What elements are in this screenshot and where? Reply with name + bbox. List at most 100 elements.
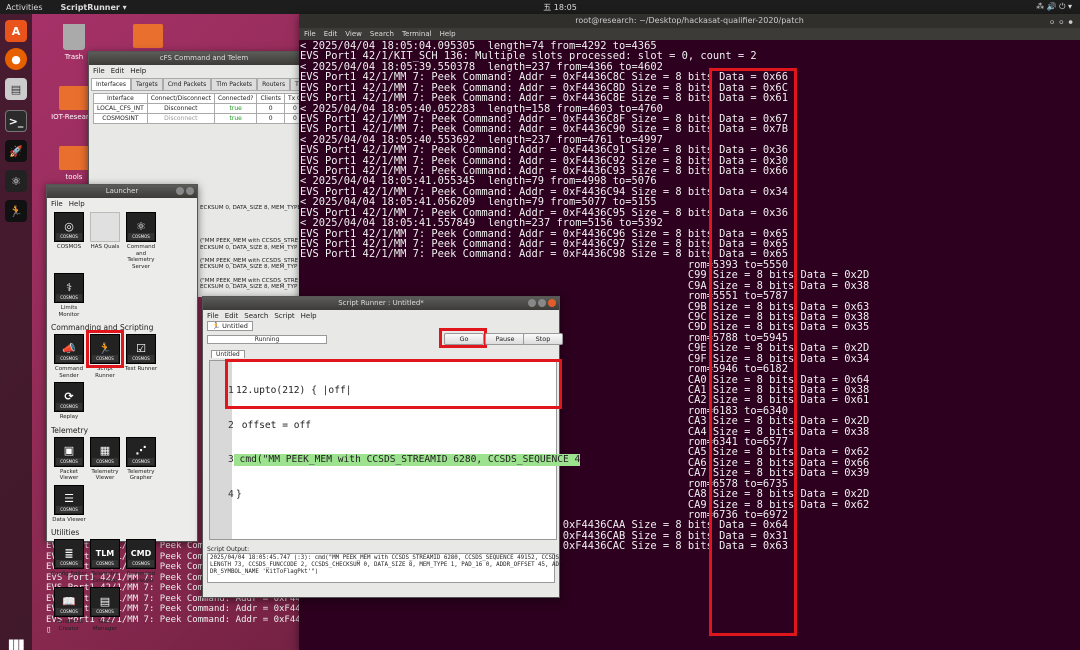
disconnect-button[interactable]: Disconnect (146, 103, 215, 114)
tool-cmd-tlm-server[interactable]: ⚛ COSMOS Command and Telemetry Server (123, 212, 159, 270)
menu-terminal[interactable]: Terminal (402, 30, 432, 38)
menu-file[interactable]: File (51, 200, 63, 208)
folder-icon (133, 24, 163, 48)
table-header-row: Interface Connect/Disconnect Connected? … (93, 93, 306, 104)
close-icon[interactable] (548, 299, 556, 307)
cmd-icon: CMD COSMOS (126, 539, 156, 569)
terminal-title: root@research: ~/Desktop/hackasat-qualif… (575, 16, 804, 25)
tool-telemetry-viewer[interactable]: ▦ COSMOS Telemetry Viewer (87, 436, 123, 482)
minimize-icon[interactable] (528, 299, 536, 307)
files-icon[interactable]: ▤ (5, 78, 27, 100)
window-titlebar[interactable]: Script Runner : Untitled* (203, 297, 559, 310)
menu-script[interactable]: Script (274, 312, 294, 320)
column-header: Interface (93, 93, 148, 104)
script-runner-dock-icon[interactable]: 🏃 (5, 200, 27, 222)
code-text: offset = off (236, 419, 312, 431)
show-applications-icon[interactable]: ▪▪▪ ▪▪▪ ▪▪▪ (8, 638, 24, 650)
window-title: Script Runner : Untitled* (338, 299, 424, 307)
firefox-icon[interactable]: ● (5, 48, 27, 70)
tab-cmd-packets[interactable]: Cmd Packets (162, 78, 212, 91)
tool-telemetry-extractor[interactable]: TLM COSMOS Telemetry Extractor (87, 539, 123, 584)
database-icon: ☰ COSMOS (54, 484, 84, 515)
menu-file[interactable]: File (93, 67, 105, 75)
go-highlight (439, 328, 487, 348)
script-runner-window[interactable]: Script Runner : Untitled* File Edit Sear… (202, 296, 581, 598)
window-controls-icon[interactable]: ⚪ ⚪ ⚫ (1049, 16, 1074, 30)
grid-icon: ▦ COSMOS (90, 436, 120, 467)
menu-edit[interactable]: Edit (225, 312, 239, 320)
tool-has-quals[interactable]: HAS Quals (87, 212, 123, 270)
section-utilities: Utilities (51, 528, 80, 537)
tool-grid-utilities: ≣ COSMOS Config Editor TLM COSMOS Telemetry … (47, 539, 197, 635)
clock[interactable]: 五 18:05 (520, 2, 600, 13)
clients-count: 0 (256, 103, 285, 114)
code-text: cmd("MM PEEK_MEM with CCSDS_STREAMID 628… (233, 454, 581, 466)
menu-help[interactable]: Help (301, 312, 317, 320)
tool-packet-viewer[interactable]: ▣ COSMOS Packet Viewer (51, 436, 87, 482)
tab-tlm-packets[interactable]: Tlm Packets (211, 78, 258, 91)
menu-help[interactable]: Help (130, 67, 146, 75)
app-menu[interactable]: ScriptRunner ▾ (61, 3, 127, 12)
minimize-icon[interactable] (176, 187, 184, 195)
pause-button[interactable]: Pause (485, 333, 525, 345)
tab-interfaces[interactable]: Interfaces (91, 78, 131, 91)
runner-icon: 🏃 (212, 322, 223, 330)
table-icon: ▤ COSMOS (90, 587, 120, 617)
tool-telemetry-grapher[interactable]: ⋰ COSMOS Telemetry Grapher (123, 436, 159, 482)
launcher-window[interactable]: Launcher File Help ◎ COSMOS COSMOS HAS Qua… (46, 184, 198, 632)
config-icon: ≣ COSMOS (54, 539, 84, 569)
folder-icon (59, 146, 89, 170)
atom-icon[interactable]: ⚛ (5, 170, 27, 192)
rocket-icon[interactable]: 🚀 (5, 140, 27, 162)
tool-table-manager[interactable]: ▤ COSMOS Table Manager (87, 587, 123, 632)
window-titlebar[interactable]: cFS Command and Telem (89, 52, 319, 65)
doc-tab[interactable]: Untitled (211, 350, 245, 358)
tool-data-viewer[interactable]: ☰ COSMOS Data Viewer (51, 484, 87, 524)
menu-view[interactable]: View (345, 30, 362, 38)
desktop-icon-folder[interactable] (118, 24, 178, 51)
menu-edit[interactable]: Edit (111, 67, 125, 75)
maximize-icon[interactable] (538, 299, 546, 307)
terminal-titlebar[interactable]: root@research: ~/Desktop/hackasat-qualif… (299, 14, 1080, 28)
packet-viewer-icon: ▣ COSMOS (54, 436, 84, 467)
activities-button[interactable]: Activities (6, 3, 43, 12)
script-output[interactable]: 2025/04/04 18:05:45.747 (:3): cmd("MM PE… (207, 553, 563, 583)
script-editor[interactable]: 1 12.upto(212) { |off| 2 offset = off 3 c… (209, 359, 581, 540)
tool-replay[interactable]: ⟳ COSMOS Replay (51, 382, 87, 421)
tool-handbook-creator[interactable]: 📖 COSMOS Handbook Creator (51, 587, 87, 632)
tab-untitled[interactable]: 🏃 Untitled (207, 321, 253, 331)
clients-count: 0 (256, 113, 285, 124)
menu-file[interactable]: File (304, 30, 316, 38)
menu-edit[interactable]: Edit (324, 30, 338, 38)
menu-search[interactable]: Search (244, 312, 268, 320)
menu-help[interactable]: Help (69, 200, 85, 208)
tab-targets[interactable]: Targets (131, 78, 163, 91)
disconnect-button[interactable]: Disconnect (146, 113, 215, 124)
maximize-icon[interactable] (186, 187, 194, 195)
column-header: Connect/Disconnect (146, 93, 215, 104)
tool-cosmos[interactable]: ◎ COSMOS COSMOS (51, 212, 87, 270)
system-tray[interactable]: ⁂ 🔊 ⏻ ▾ (1036, 2, 1072, 12)
tool-limits-monitor[interactable]: ⚕ COSMOS Limits Monitor (51, 273, 87, 318)
interface-name: LOCAL_CFS_INT (93, 103, 148, 114)
code-highlight (225, 359, 562, 409)
window-titlebar[interactable]: Launcher (47, 185, 197, 198)
interface-name: COSMOSINT (93, 113, 148, 124)
runner-icon: 🏃 COSMOS (86, 330, 124, 368)
tab-routers[interactable]: Routers (257, 78, 291, 91)
stop-button[interactable]: Stop (523, 333, 563, 345)
tool-command-extractor[interactable]: CMD COSMOS Command Extractor (123, 539, 159, 584)
menu-help[interactable]: Help (440, 30, 456, 38)
menu-bar: File Edit Help (89, 65, 319, 76)
code-line: 2 offset = off (228, 420, 558, 432)
terminal-icon[interactable]: >_ (5, 110, 27, 132)
tool-command-sender[interactable]: 📣 COSMOS Command Sender (51, 334, 87, 379)
tool-test-runner[interactable]: ☑ COSMOS Test Runner (123, 334, 159, 379)
table-row: LOCAL_CFS_INT Disconnect true 0 0 (93, 103, 306, 114)
tool-config-editor[interactable]: ≣ COSMOS Config Editor (51, 539, 87, 584)
tool-script-runner[interactable]: 🏃 COSMOS Script Runner (86, 330, 124, 379)
section-commanding: Commanding and Scripting (51, 323, 154, 332)
menu-search[interactable]: Search (370, 30, 394, 38)
software-center-icon[interactable]: A (5, 20, 27, 42)
menu-file[interactable]: File (207, 312, 219, 320)
